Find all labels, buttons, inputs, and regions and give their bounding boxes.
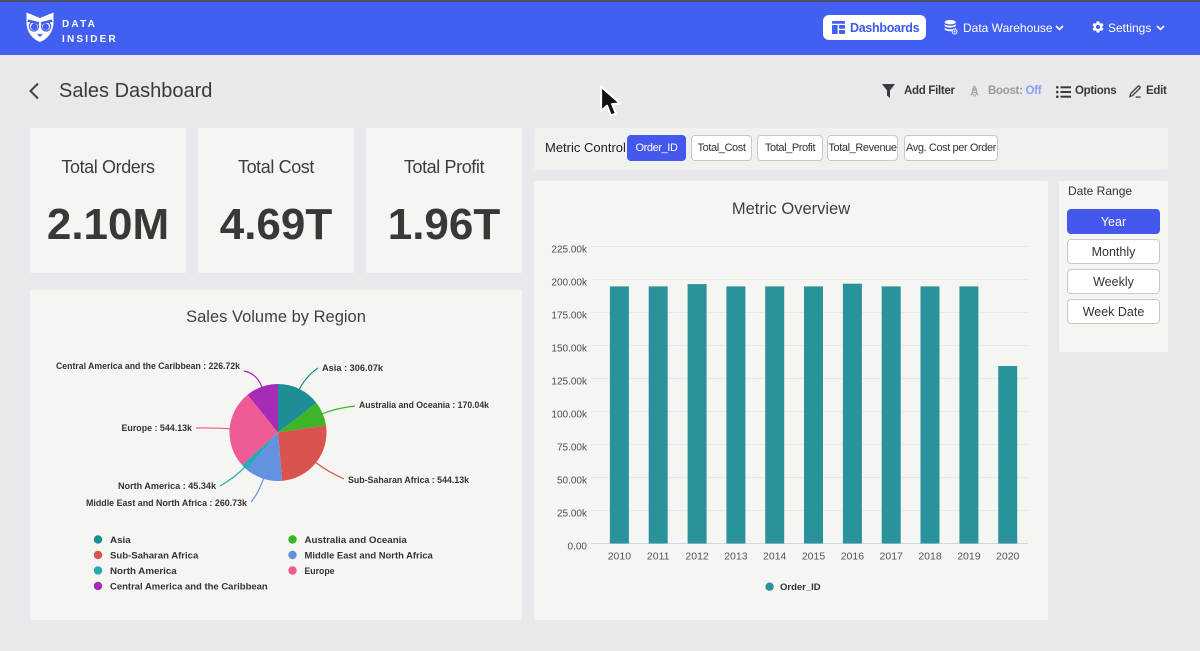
svg-text:2016: 2016 bbox=[841, 551, 865, 563]
svg-text:2015: 2015 bbox=[802, 551, 826, 563]
svg-text:200.00k: 200.00k bbox=[551, 278, 588, 289]
svg-text:North America: North America bbox=[110, 566, 178, 576]
svg-text:Middle East and North Africa :: Middle East and North Africa : 260.73k bbox=[86, 498, 248, 508]
svg-text:2011: 2011 bbox=[647, 551, 670, 563]
svg-text:25.00k: 25.00k bbox=[557, 509, 588, 520]
svg-text:Australia and Oceania: Australia and Oceania bbox=[305, 535, 408, 545]
svg-text:125.00k: 125.00k bbox=[551, 377, 588, 388]
svg-text:2010: 2010 bbox=[608, 551, 632, 563]
svg-text:225.00k: 225.00k bbox=[551, 245, 588, 256]
svg-text:Order_ID: Order_ID bbox=[780, 582, 821, 593]
svg-text:Central America and the Caribb: Central America and the Caribbean : 226.… bbox=[56, 361, 241, 371]
svg-text:2014: 2014 bbox=[763, 551, 787, 563]
svg-text:2020: 2020 bbox=[996, 551, 1020, 563]
svg-text:Asia: Asia bbox=[110, 535, 132, 545]
svg-text:175.00k: 175.00k bbox=[551, 311, 588, 322]
svg-text:100.00k: 100.00k bbox=[551, 410, 588, 421]
svg-text:0.00: 0.00 bbox=[568, 542, 588, 553]
svg-text:Europe : 544.13k: Europe : 544.13k bbox=[122, 423, 193, 433]
svg-text:Central America and the Caribb: Central America and the Caribbean bbox=[110, 581, 268, 591]
svg-text:2019: 2019 bbox=[957, 551, 981, 563]
svg-text:Europe: Europe bbox=[305, 566, 335, 576]
svg-text:2013: 2013 bbox=[724, 551, 748, 563]
svg-text:Sub-Saharan Africa : 544.13k: Sub-Saharan Africa : 544.13k bbox=[348, 475, 470, 485]
svg-text:Metric Overview: Metric Overview bbox=[732, 200, 850, 218]
svg-text:2017: 2017 bbox=[880, 551, 904, 563]
svg-text:Sub-Saharan Africa: Sub-Saharan Africa bbox=[110, 550, 199, 560]
svg-text:Sales Volume by Region: Sales Volume by Region bbox=[186, 308, 366, 326]
svg-text:North America : 45.34k: North America : 45.34k bbox=[118, 481, 217, 491]
svg-text:2012: 2012 bbox=[685, 551, 709, 563]
svg-text:75.00k: 75.00k bbox=[557, 443, 588, 454]
svg-text:Middle East and North Africa: Middle East and North Africa bbox=[305, 550, 434, 560]
svg-text:150.00k: 150.00k bbox=[551, 344, 588, 355]
svg-text:50.00k: 50.00k bbox=[557, 476, 588, 487]
svg-text:Australia and Oceania : 170.04: Australia and Oceania : 170.04k bbox=[359, 400, 490, 410]
svg-text:Asia : 306.07k: Asia : 306.07k bbox=[322, 363, 384, 373]
svg-text:2018: 2018 bbox=[918, 551, 942, 563]
